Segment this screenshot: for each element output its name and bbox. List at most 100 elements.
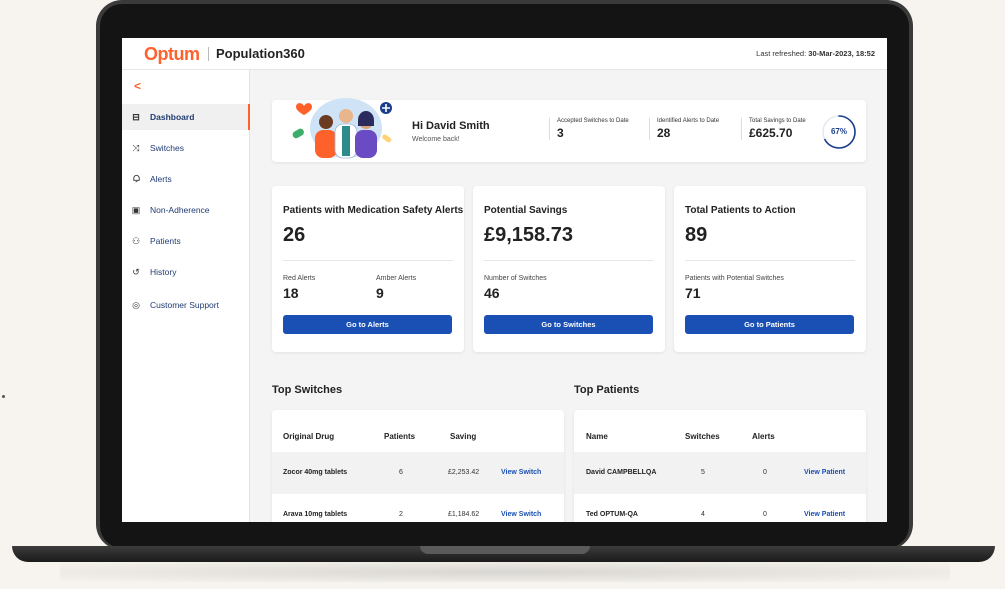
drug-name: Arava 10mg tablets: [283, 511, 348, 518]
laptop-notch: [420, 546, 590, 554]
card-sub-value: 46: [484, 285, 500, 301]
column-header: Alerts: [752, 432, 775, 441]
card-potential-savings: Potential Savings £9,158.73 Number of Sw…: [473, 186, 665, 352]
table-row: Arava 10mg tablets 2 £1,184.62 View Swit…: [272, 494, 564, 522]
column-header: Switches: [685, 432, 720, 441]
stat-accepted-switches: Accepted Switches to Date 3: [549, 118, 629, 140]
document-icon: ▣: [131, 204, 141, 215]
stray-dot: [2, 395, 5, 398]
sidebar-item-label: History: [150, 267, 177, 277]
table-row: David CAMPBELLQA 5 0 View Patient: [574, 452, 866, 494]
stat-identified-alerts: Identified Alerts to Date 28: [649, 118, 719, 140]
sidebar-item-history[interactable]: ↺ History: [122, 259, 250, 285]
view-switch-link[interactable]: View Switch: [501, 452, 541, 494]
patients-count: 2: [399, 511, 403, 518]
product-name: Population360: [216, 46, 305, 61]
card-sub-value: 18: [283, 285, 299, 301]
sidebar-item-dashboard[interactable]: ⊟ Dashboard: [122, 104, 250, 130]
card-big-number: 26: [283, 224, 306, 246]
column-header: Saving: [450, 432, 477, 441]
users-icon: ⚇: [131, 235, 141, 246]
card-total-patients-to-action: Total Patients to Action 89 Patients wit…: [674, 186, 866, 352]
alerts-count: 0: [763, 511, 767, 518]
top-patients-title: Top Patients: [574, 384, 640, 396]
stat-label: Total Savings to Date: [749, 118, 806, 124]
card-sub-value: 9: [376, 285, 384, 301]
dashboard-icon: ⊟: [132, 111, 140, 122]
stat-value: £625.70: [749, 126, 793, 140]
card-big-number: 89: [685, 224, 708, 246]
last-refreshed: Last refreshed: 30-Mar-2023, 18:52: [756, 49, 875, 58]
stat-total-savings: Total Savings to Date £625.70: [741, 118, 806, 140]
sidebar-item-customer-support[interactable]: ◎ Customer Support: [122, 292, 250, 318]
go-to-switches-button[interactable]: Go to Switches: [484, 315, 653, 334]
bell-icon: [122, 174, 150, 185]
table-row: Zocor 40mg tablets 6 £2,253.42 View Swit…: [272, 452, 564, 494]
greeting: Hi David Smith: [412, 120, 490, 132]
go-to-patients-button[interactable]: Go to Patients: [685, 315, 854, 334]
table-row: Ted OPTUM-QA 4 0 View Patient: [574, 494, 866, 522]
patient-name: David CAMPBELLQA: [586, 469, 657, 476]
top-switches-table: Original Drug Patients Saving Zocor 40mg…: [272, 410, 564, 522]
sidebar-item-switches[interactable]: ⤨ Switches: [122, 135, 250, 161]
sidebar-item-label: Alerts: [150, 174, 172, 184]
card-medication-safety-alerts: Patients with Medication Safety Alerts 2…: [272, 186, 464, 352]
card-title: Patients with Medication Safety Alerts: [283, 205, 464, 216]
collapse-sidebar-button[interactable]: <: [134, 79, 141, 93]
column-header: Original Drug: [283, 432, 335, 441]
card-big-number: £9,158.73: [484, 224, 573, 246]
card-sub-value: 71: [685, 285, 701, 301]
app-screen: Optum Population360 Last refreshed: 30-M…: [122, 38, 887, 522]
chat-icon: ◎: [132, 299, 140, 310]
laptop-shadow: [60, 562, 950, 582]
main-content: Hi David Smith Welcome back! Accepted Sw…: [250, 70, 887, 522]
shuffle-icon: ⤨: [132, 142, 140, 153]
sidebar-item-label: Non-Adherence: [150, 205, 210, 215]
sidebar-item-non-adherence[interactable]: ▣ Non-Adherence: [122, 197, 250, 223]
saving-value: £1,184.62: [448, 511, 480, 518]
table-header: Original Drug Patients Saving: [272, 430, 564, 444]
stat-label: Accepted Switches to Date: [557, 118, 629, 124]
refresh-label: Last refreshed:: [756, 49, 809, 58]
card-divider: [283, 260, 453, 261]
card-divider: [484, 260, 654, 261]
history-icon: ↺: [132, 266, 140, 277]
sidebar-item-alerts[interactable]: Alerts: [122, 166, 250, 192]
card-sub-label: Amber Alerts: [376, 275, 417, 282]
top-patients-table: Name Switches Alerts David CAMPBELLQA 5 …: [574, 410, 866, 522]
card-title: Total Patients to Action: [685, 205, 796, 216]
table-header: Name Switches Alerts: [574, 430, 866, 444]
welcome-card: Hi David Smith Welcome back! Accepted Sw…: [272, 98, 866, 162]
card-sub-label: Number of Switches: [484, 275, 547, 282]
switches-count: 5: [701, 469, 705, 476]
brand-separator: [208, 47, 209, 61]
top-switches-title: Top Switches: [272, 384, 343, 396]
refresh-value: 30-Mar-2023, 18:52: [808, 49, 875, 58]
stat-value: 28: [657, 126, 671, 140]
drug-name: Zocor 40mg tablets: [283, 469, 348, 476]
brand-logo[interactable]: Optum: [144, 44, 200, 65]
alerts-count: 0: [763, 469, 767, 476]
card-sub-label: Red Alerts: [283, 275, 316, 282]
card-divider: [685, 260, 855, 261]
sidebar: < ⊟ Dashboard ⤨ Switches Alerts ▣ Non-Ad…: [122, 70, 250, 522]
view-patient-link[interactable]: View Patient: [804, 452, 845, 494]
progress-ring-label: 67%: [830, 127, 847, 136]
switches-count: 4: [701, 511, 705, 518]
view-switch-link[interactable]: View Switch: [501, 494, 541, 522]
column-header: Name: [586, 432, 608, 441]
patient-name: Ted OPTUM-QA: [586, 511, 638, 518]
sidebar-item-label: Dashboard: [150, 112, 195, 122]
card-title: Potential Savings: [484, 205, 568, 216]
greeting-subtitle: Welcome back!: [412, 136, 460, 143]
stat-value: 3: [557, 126, 564, 140]
sidebar-item-label: Customer Support: [150, 300, 219, 310]
saving-value: £2,253.42: [448, 469, 480, 476]
go-to-alerts-button[interactable]: Go to Alerts: [283, 315, 452, 334]
sidebar-item-patients[interactable]: ⚇ Patients: [122, 228, 250, 254]
patients-count: 6: [399, 469, 403, 476]
view-patient-link[interactable]: View Patient: [804, 494, 845, 522]
card-sub-label: Patients with Potential Switches: [685, 275, 784, 282]
sidebar-item-label: Switches: [150, 143, 185, 153]
column-header: Patients: [384, 432, 416, 441]
